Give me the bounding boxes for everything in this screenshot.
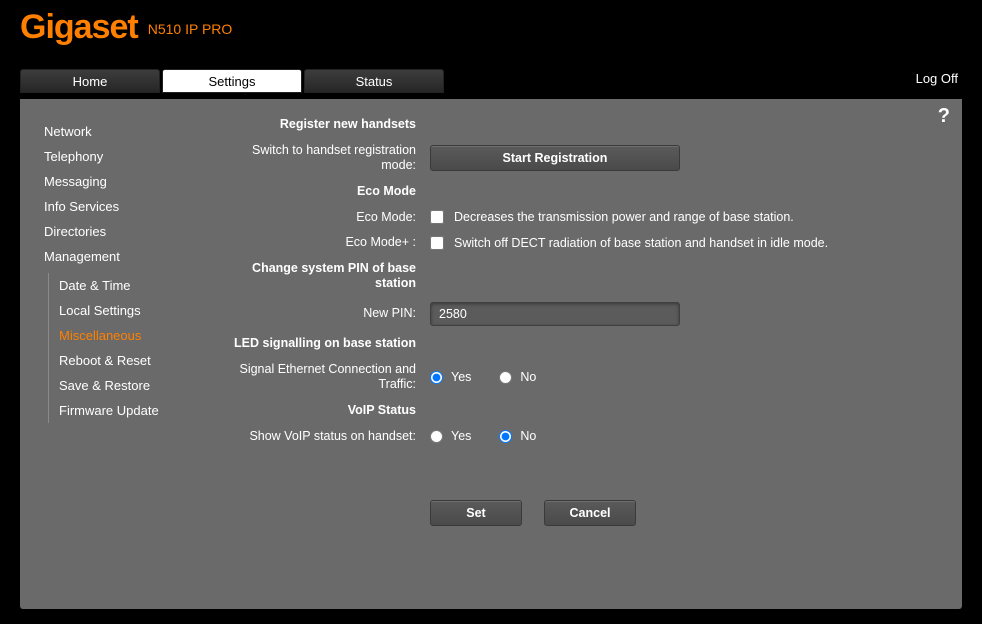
heading-voip: VoIP Status	[230, 403, 430, 419]
tab-home[interactable]: Home	[20, 69, 160, 93]
topbar: Home Settings Status Log Off	[0, 63, 982, 93]
sidebar-item-info-services[interactable]: Info Services	[44, 194, 230, 219]
logoff-link[interactable]: Log Off	[916, 71, 962, 86]
heading-eco: Eco Mode	[230, 184, 430, 200]
label-switch-mode: Switch to handset registration mode:	[230, 143, 430, 174]
radio-voip-no[interactable]	[499, 430, 512, 443]
sidebar-item-reboot-reset[interactable]: Reboot & Reset	[59, 348, 230, 373]
sidebar-item-date-time[interactable]: Date & Time	[59, 273, 230, 298]
radio-signal-no-group[interactable]: No	[499, 370, 536, 384]
sidebar-item-messaging[interactable]: Messaging	[44, 169, 230, 194]
brand-logo: Gigaset	[20, 8, 138, 47]
sidebar: Network Telephony Messaging Info Service…	[20, 99, 230, 609]
radio-signal-yes[interactable]	[430, 371, 443, 384]
header: Gigaset N510 IP PRO	[0, 0, 982, 63]
tab-status[interactable]: Status	[304, 69, 444, 93]
cancel-button[interactable]: Cancel	[544, 500, 636, 526]
radio-voip-no-group[interactable]: No	[499, 429, 536, 443]
sidebar-subnav: Date & Time Local Settings Miscellaneous…	[48, 273, 230, 423]
radio-voip-yes-label: Yes	[451, 429, 471, 443]
label-show-voip: Show VoIP status on handset:	[230, 429, 430, 445]
desc-eco-mode: Decreases the transmission power and ran…	[454, 210, 794, 224]
heading-register: Register new handsets	[230, 117, 430, 133]
label-eco-mode: Eco Mode:	[230, 210, 430, 226]
content-area: Register new handsets Switch to handset …	[230, 99, 962, 609]
sidebar-item-miscellaneous[interactable]: Miscellaneous	[59, 323, 230, 348]
sidebar-item-telephony[interactable]: Telephony	[44, 144, 230, 169]
sidebar-item-network[interactable]: Network	[44, 119, 230, 144]
footer-buttons: Set Cancel	[430, 500, 938, 526]
input-new-pin[interactable]	[430, 302, 680, 326]
sidebar-item-local-settings[interactable]: Local Settings	[59, 298, 230, 323]
radio-voip-yes-group[interactable]: Yes	[430, 429, 471, 443]
radio-signal-yes-label: Yes	[451, 370, 471, 384]
desc-eco-mode-plus: Switch off DECT radiation of base statio…	[454, 236, 828, 250]
radio-signal-yes-group[interactable]: Yes	[430, 370, 471, 384]
label-eco-mode-plus: Eco Mode+ :	[230, 235, 430, 251]
tab-settings[interactable]: Settings	[162, 69, 302, 93]
set-button[interactable]: Set	[430, 500, 522, 526]
sidebar-item-management[interactable]: Management	[44, 244, 230, 269]
model-label: N510 IP PRO	[148, 21, 233, 37]
heading-led: LED signalling on base station	[230, 336, 430, 352]
label-signal-ethernet: Signal Ethernet Connection and Traffic:	[230, 362, 430, 393]
radio-voip-no-label: No	[520, 429, 536, 443]
tab-strip: Home Settings Status	[20, 69, 444, 93]
help-icon[interactable]: ?	[938, 105, 950, 128]
heading-pin: Change system PIN of base station	[230, 261, 430, 292]
radio-signal-no-label: No	[520, 370, 536, 384]
checkbox-eco-mode-plus[interactable]	[430, 236, 444, 250]
sidebar-item-save-restore[interactable]: Save & Restore	[59, 373, 230, 398]
sidebar-item-directories[interactable]: Directories	[44, 219, 230, 244]
radio-signal-no[interactable]	[499, 371, 512, 384]
start-registration-button[interactable]: Start Registration	[430, 145, 680, 171]
sidebar-item-firmware-update[interactable]: Firmware Update	[59, 398, 230, 423]
radio-voip-yes[interactable]	[430, 430, 443, 443]
main-panel: ? Network Telephony Messaging Info Servi…	[20, 99, 962, 609]
checkbox-eco-mode[interactable]	[430, 210, 444, 224]
label-new-pin: New PIN:	[230, 306, 430, 322]
